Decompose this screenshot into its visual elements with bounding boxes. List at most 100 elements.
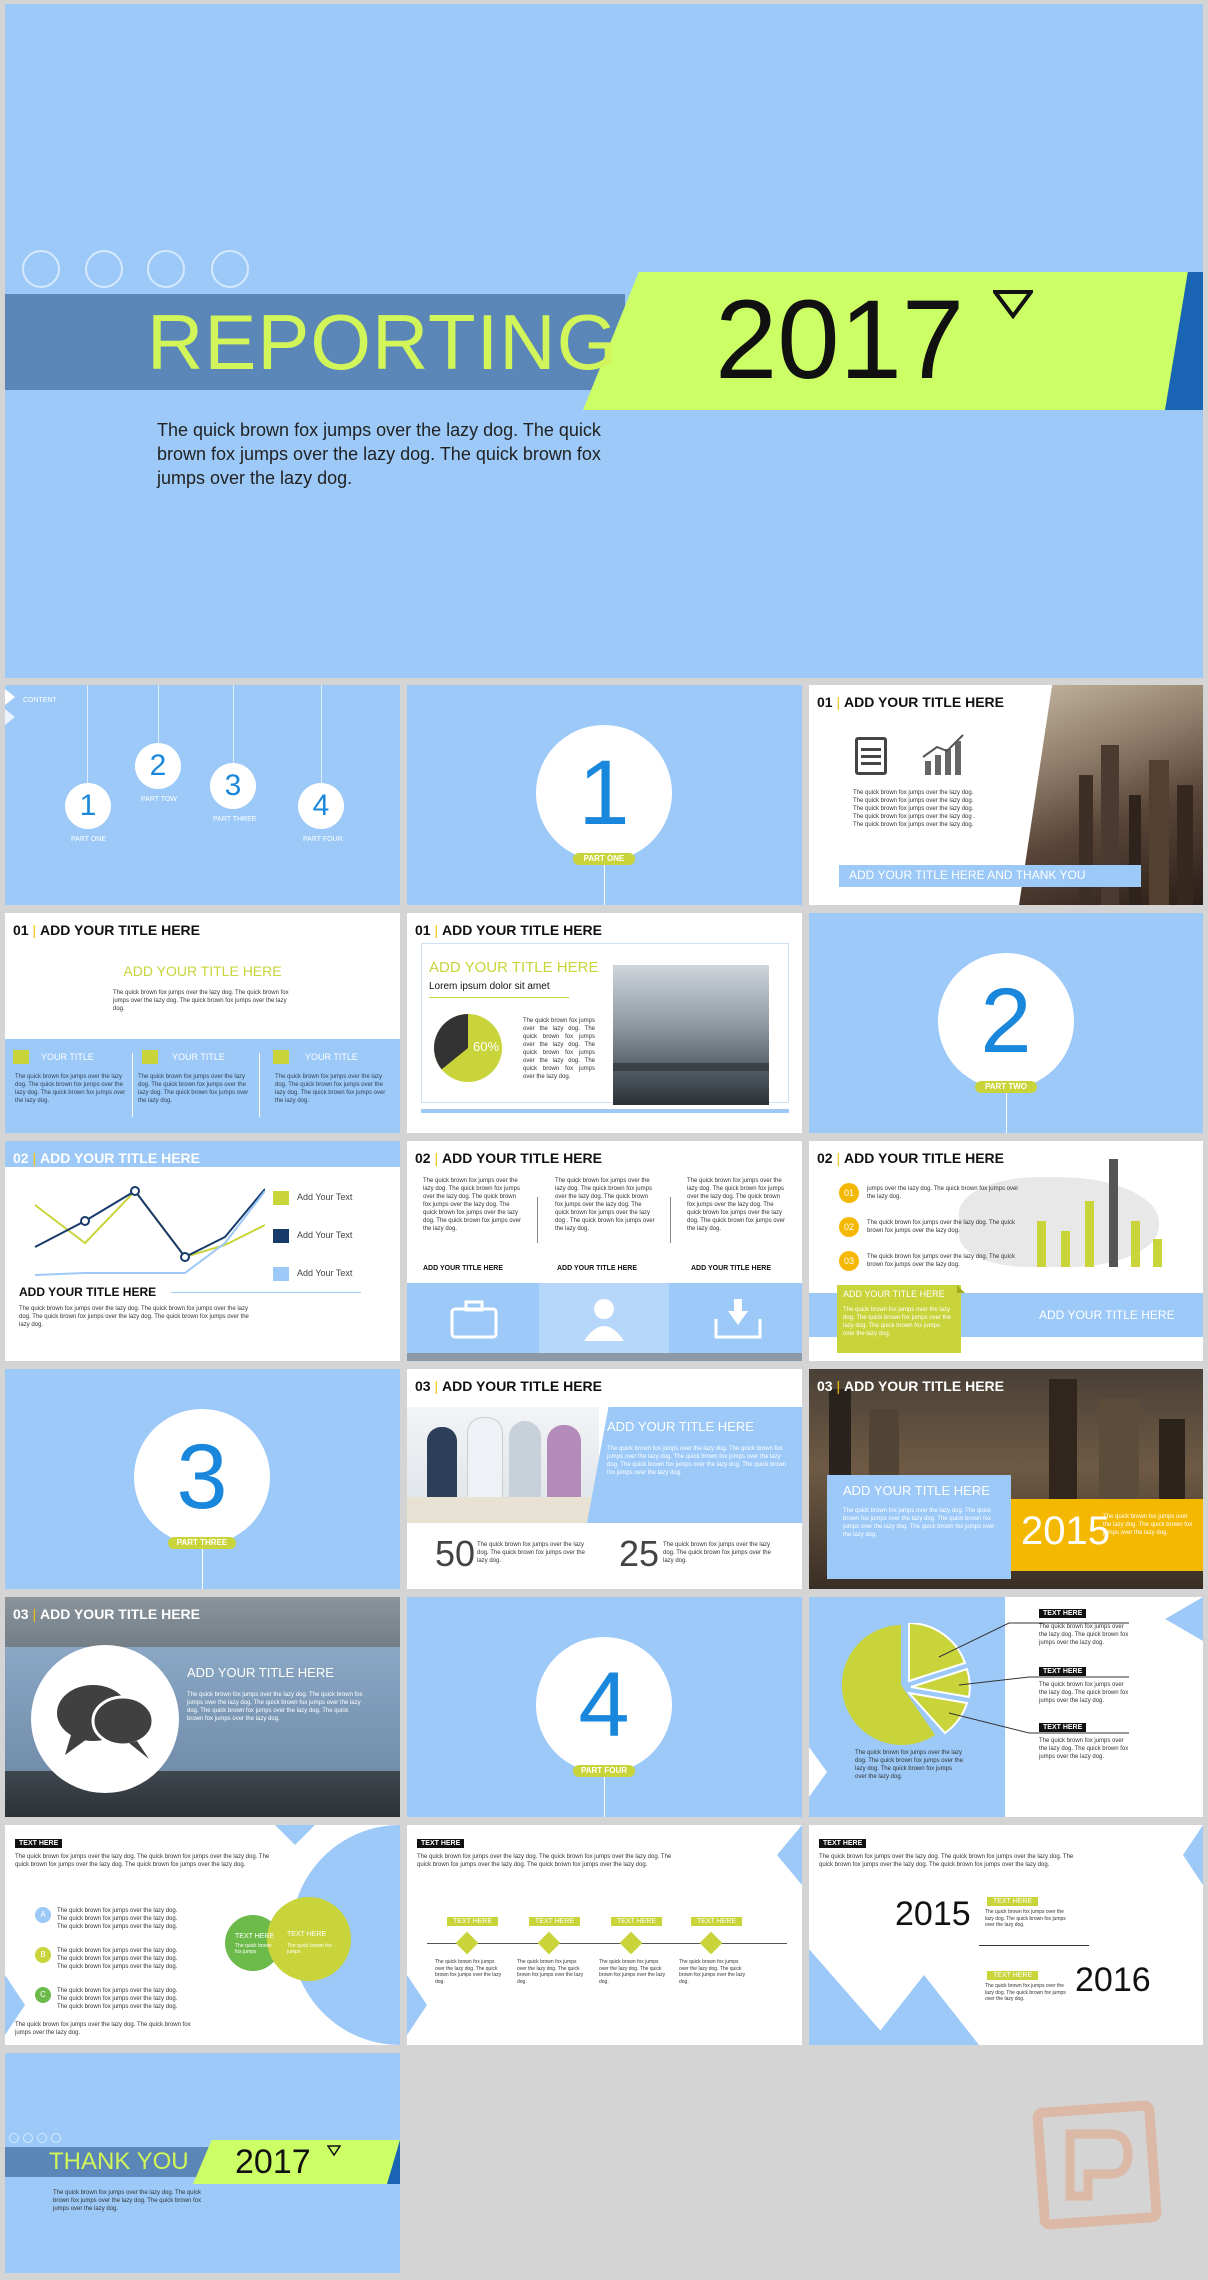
col3-label: ADD YOUR TITLE HERE [691, 1265, 771, 1272]
part-number: 4 [578, 1654, 630, 1756]
bullet-b: B [35, 1947, 51, 1963]
c2-sub: The quick brown fox jumps [287, 1943, 332, 1955]
stat-1: 50 [435, 1533, 476, 1574]
step-diamond-3 [619, 1931, 643, 1955]
text-tag-1: TEXT HERE [1039, 1609, 1087, 1618]
text-tag: TEXT HERE [15, 1839, 63, 1848]
step-diamond-1 [455, 1931, 479, 1955]
stat-1-text: The quick brown fox jumps over the lazy … [477, 1542, 585, 1564]
item-circle-4[interactable]: 4 [298, 783, 344, 829]
slide-exploded-pie[interactable]: TEXT HERE The quick brown fox jumps over… [809, 1597, 1203, 1817]
id-card-icon [273, 1050, 289, 1064]
col1-text: The quick brown fox jumps over the lazy … [423, 1178, 521, 1232]
col1-label: YOUR TITLE [41, 1052, 94, 1062]
slide-part-one[interactable]: 1 PART ONE [407, 685, 802, 905]
subtitle: ADD YOUR TITLE HERE [19, 1285, 157, 1299]
caption: The quick brown fox jumps over the lazy … [855, 1750, 963, 1780]
item-circle-1[interactable]: 1 [65, 783, 111, 829]
slide-team[interactable]: 03 | ADD YOUR TITLE HERE ADD YOUR TITLE … [407, 1369, 802, 1589]
pie-pct: 60% [473, 1039, 500, 1054]
col2-label: ADD YOUR TITLE HERE [557, 1265, 637, 1272]
c1-label: TEXT HERE [235, 1933, 275, 1940]
col3-label: YOUR TITLE [305, 1052, 358, 1062]
side-text: The quick brown fox jumps over the lazy … [1103, 1514, 1193, 1536]
step-label-2: TEXT HERE [529, 1917, 581, 1926]
title: REPORTING [147, 298, 619, 386]
year-2016: 2016 [1075, 1961, 1151, 1999]
col1-text: The quick brown fox jumps over the lazy … [15, 1074, 126, 1104]
part-label: PART TWO [975, 1081, 1037, 1093]
body-text: The quick brown fox jumps over the lazy … [843, 1508, 995, 1538]
watermark-logo [1031, 2099, 1163, 2231]
slide-timeline[interactable]: TEXT HERE The quick brown fox jumps over… [407, 1825, 802, 2045]
slide-three-text[interactable]: 02 | ADD YOUR TITLE HERE The quick brown… [407, 1141, 802, 1361]
slide-chat[interactable]: 03 | ADD YOUR TITLE HERE ADD YOUR TITLE … [5, 1597, 400, 1817]
step-label-1: TEXT HERE [447, 1917, 499, 1926]
timeline-line [427, 1943, 787, 1944]
clock-icon [13, 1050, 29, 1064]
col3-text: The quick brown fox jumps over the lazy … [687, 1178, 785, 1232]
stat-2: 25 [619, 1533, 660, 1574]
slide-bars-map[interactable]: 02 | ADD YOUR TITLE HERE 01 jumps over t… [809, 1141, 1203, 1361]
box-title: ADD YOUR TITLE HERE [843, 1289, 945, 1299]
col1-label: ADD YOUR TITLE HERE [423, 1265, 503, 1272]
bar [1131, 1221, 1140, 1267]
banner-text: ADD YOUR TITLE HERE AND THANK YOU [849, 868, 1086, 882]
text-tag-2: TEXT HERE [1039, 1667, 1087, 1676]
text-tag: TEXT HERE [417, 1839, 465, 1848]
slide-city[interactable]: 01 | ADD YOUR TITLE HERE The quick brown… [809, 685, 1203, 905]
intro-text: The quick brown fox jumps over the lazy … [157, 420, 601, 488]
slide-venn[interactable]: TEXT HERE The quick brown fox jumps over… [5, 1825, 400, 2045]
body-text: The quick brown fox jumps over the lazy … [53, 2190, 201, 2212]
text-tag: TEXT HERE [819, 1839, 867, 1848]
text-tag-3: TEXT HERE [1039, 1723, 1087, 1732]
venn-circle-large [267, 1897, 351, 1981]
slide-title[interactable]: REPORTING 2017 The quick brown fox jumps… [5, 4, 1203, 678]
slide-part-two[interactable]: 2 PART TWO [809, 913, 1203, 1133]
slide-night-city[interactable]: 03 | ADD YOUR TITLE HERE ADD YOUR TITLE … [809, 1369, 1203, 1589]
slide-years[interactable]: TEXT HERE The quick brown fox jumps over… [809, 1825, 1203, 2045]
bar [1109, 1159, 1118, 1267]
col2-label: YOUR TITLE [172, 1052, 225, 1062]
bar [1061, 1231, 1070, 1267]
box-text: The quick brown fox jumps over the lazy … [843, 1307, 951, 1337]
bullet-a: A [35, 1907, 51, 1923]
legend-swatch-2 [273, 1229, 289, 1243]
item-circle-3[interactable]: 3 [210, 763, 256, 809]
part-label: PART FOUR [573, 1765, 635, 1777]
slide-part-four[interactable]: 4 PART FOUR [407, 1597, 802, 1817]
part-label: PART THREE [168, 1537, 236, 1549]
slide-content[interactable]: CONTENT 1 2 3 4 PART ONE PART TOW PART T… [5, 685, 400, 905]
step-label-4: TEXT HERE [691, 1917, 743, 1926]
search-icon [142, 1050, 158, 1064]
legend-swatch-3 [273, 1267, 289, 1281]
year-2015: 2015 [895, 1895, 971, 1933]
item-label-3: PART THREE [213, 816, 257, 823]
part-number: 1 [578, 742, 630, 844]
label-2016: TEXT HERE [987, 1971, 1039, 1980]
step-diamond-2 [537, 1931, 561, 1955]
line-chart [34, 1186, 265, 1276]
item-c: The quick brown fox jumps over the lazy … [57, 1988, 178, 2010]
slide-pie[interactable]: 01 | ADD YOUR TITLE HERE ADD YOUR TITLE … [407, 913, 802, 1133]
body-text: The quick brown fox jumps over the lazy … [853, 790, 976, 828]
slide-three-columns[interactable]: 01 | ADD YOUR TITLE HERE ADD YOUR TITLE … [5, 913, 400, 1133]
slide-title: ADD YOUR TITLE HERE [844, 694, 1004, 710]
slide-thank-you[interactable]: THANK YOU 2017 The quick brown fox jumps… [5, 2053, 400, 2273]
subtitle: ADD YOUR TITLE HERE [429, 959, 599, 976]
play-arrow-icon [5, 689, 15, 725]
user-icon [584, 1299, 624, 1341]
intro-text: The quick brown fox jumps over the lazy … [819, 1854, 1074, 1868]
item-circle-2[interactable]: 2 [135, 743, 181, 789]
step-diamond-4 [699, 1931, 723, 1955]
col2-text: The quick brown fox jumps over the lazy … [138, 1074, 249, 1104]
bar [1153, 1239, 1162, 1267]
body-text: The quick brown fox jumps over the lazy … [113, 990, 289, 1012]
slide-part-three[interactable]: 3 PART THREE [5, 1369, 400, 1589]
stat-2-text: The quick brown fox jumps over the lazy … [663, 1542, 771, 1564]
subtitle: ADD YOUR TITLE HERE [843, 1483, 990, 1498]
text-1: The quick brown fox jumps over the lazy … [1039, 1624, 1129, 1646]
intro-text: The quick brown fox jumps over the lazy … [417, 1854, 672, 1868]
slide-line-chart[interactable]: 02 | ADD YOUR TITLE HERE Add Your Text A… [5, 1141, 400, 1361]
text-2016: The quick brown fox jumps over the lazy … [985, 1983, 1066, 2002]
